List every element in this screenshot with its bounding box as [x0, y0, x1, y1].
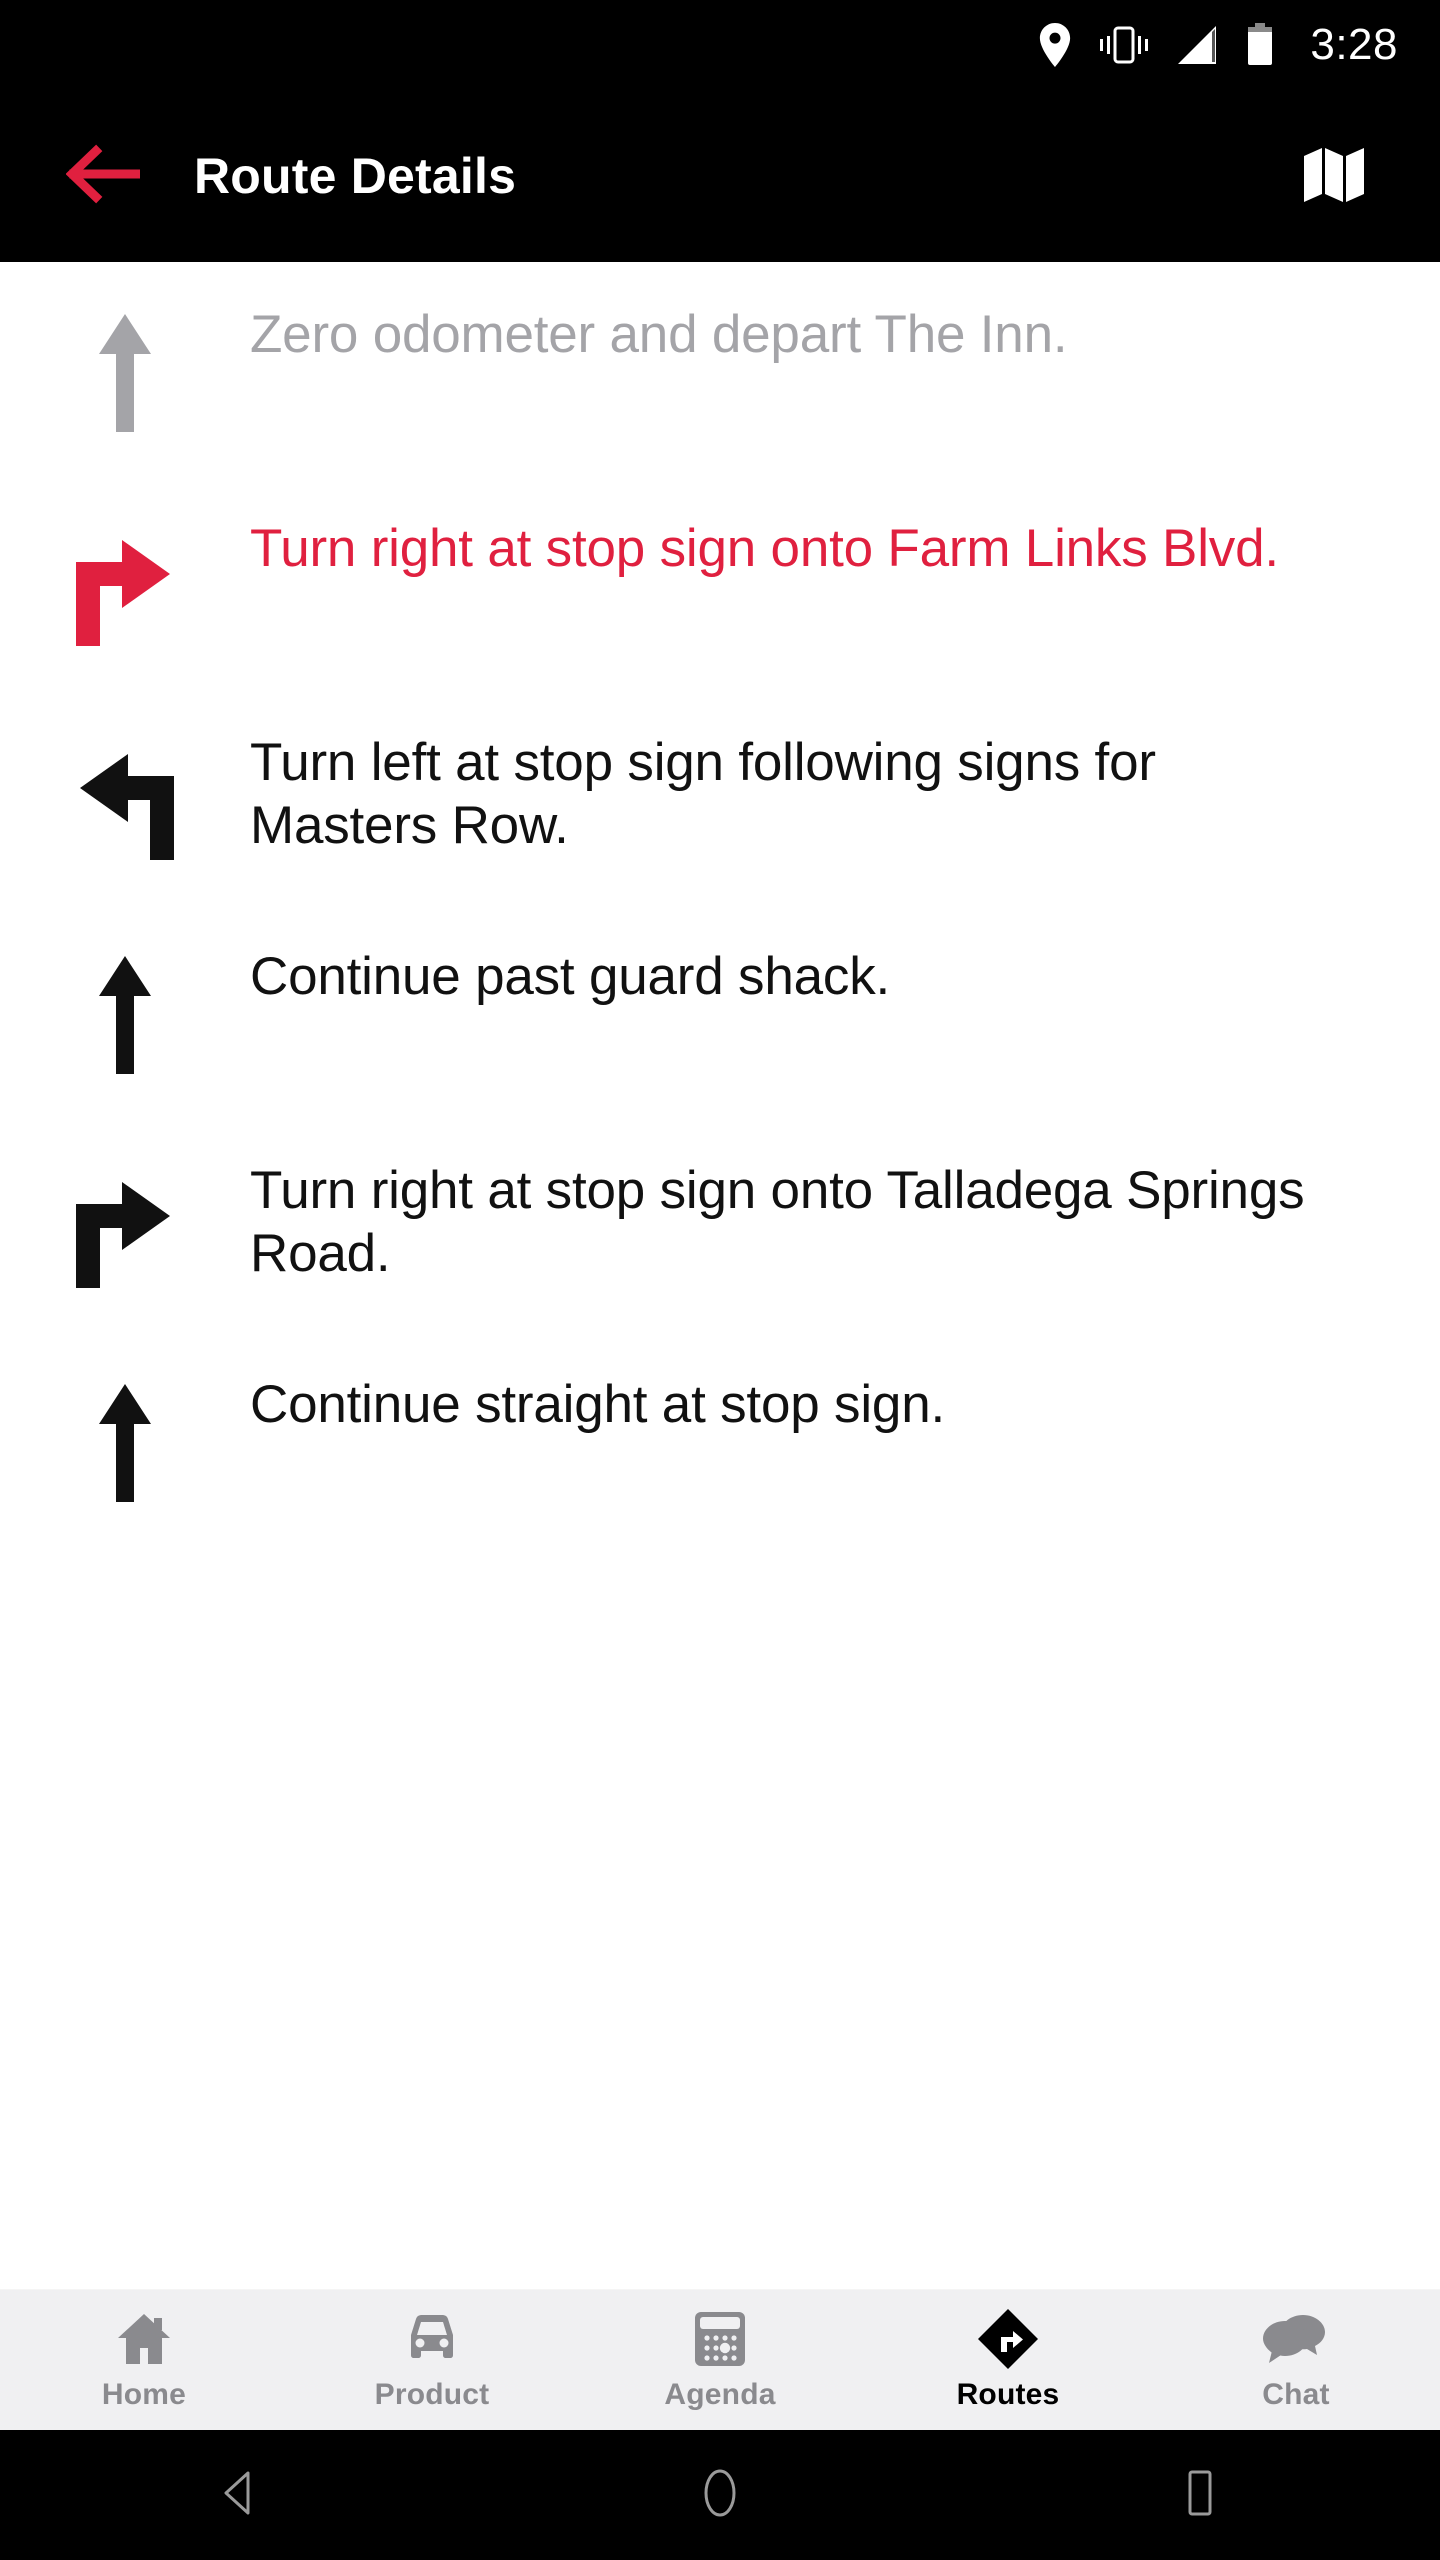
nav-tab-label: Agenda: [664, 2378, 776, 2411]
arrow-straight-icon: [0, 304, 250, 434]
route-step-text: Zero odometer and depart The Inn.: [250, 305, 1068, 364]
android-back-icon: [218, 2469, 262, 2522]
route-step-text: Continue straight at stop sign.: [250, 1375, 945, 1434]
arrow-turn-right-icon: [0, 1160, 250, 1290]
route-step-row[interactable]: Turn left at stop sign following signs f…: [0, 690, 1440, 904]
page-title: Route Details: [194, 148, 517, 204]
back-button[interactable]: [48, 121, 158, 231]
route-step-row[interactable]: Turn right at stop sign onto Talladega S…: [0, 1118, 1440, 1332]
nav-tab-routes[interactable]: Routes: [864, 2308, 1152, 2412]
battery-icon: [1246, 23, 1274, 67]
route-step-text: Continue past guard shack.: [250, 947, 891, 1006]
route-step-text: Turn right at stop sign onto Talladega S…: [250, 1161, 1305, 1283]
phone-screen: 3:28 Route Details Zero odometer and dep…: [0, 0, 1440, 2560]
route-step-row[interactable]: Turn right at stop sign onto Farm Links …: [0, 476, 1440, 690]
android-system-nav: [0, 2430, 1440, 2560]
nav-tab-home[interactable]: Home: [0, 2308, 288, 2412]
route-step-row[interactable]: Continue past guard shack.: [0, 904, 1440, 1118]
route-step-list[interactable]: Zero odometer and depart The Inn. Turn r…: [0, 262, 1440, 2270]
calendar-icon: [693, 2308, 747, 2370]
route-step-text: Turn right at stop sign onto Farm Links …: [250, 519, 1279, 578]
android-home-button[interactable]: [650, 2430, 790, 2560]
nav-tab-label: Home: [101, 2378, 187, 2411]
android-recents-icon: [1180, 2468, 1220, 2523]
nav-tab-chat[interactable]: Chat: [1152, 2308, 1440, 2412]
location-pin-icon: [1038, 23, 1072, 67]
directions-icon: [977, 2308, 1039, 2370]
nav-tab-label: Routes: [956, 2378, 1060, 2411]
arrow-turn-right-icon: [0, 518, 250, 648]
arrow-turn-left-icon: [0, 732, 250, 862]
android-back-button[interactable]: [170, 2430, 310, 2560]
home-icon: [114, 2308, 174, 2370]
back-arrow-icon: [65, 144, 143, 209]
arrow-straight-icon: [0, 946, 250, 1076]
signal-bars-icon: [1176, 24, 1220, 66]
nav-tab-label: Product: [374, 2378, 490, 2411]
status-bar: 3:28: [0, 0, 1440, 90]
nav-tab-product[interactable]: Product: [288, 2308, 576, 2412]
chat-bubbles-icon: [1263, 2308, 1329, 2370]
map-button[interactable]: [1284, 126, 1384, 226]
car-icon: [401, 2308, 463, 2370]
bottom-navigation-bar: Home Product Agenda Routes Chat: [0, 2290, 1440, 2430]
app-bar: Route Details: [0, 90, 1440, 262]
vibrate-icon: [1098, 23, 1150, 67]
android-recents-button[interactable]: [1130, 2430, 1270, 2560]
nav-tab-agenda[interactable]: Agenda: [576, 2308, 864, 2412]
arrow-straight-icon: [0, 1374, 250, 1504]
map-icon: [1296, 136, 1372, 217]
route-step-text: Turn left at stop sign following signs f…: [250, 733, 1156, 855]
route-step-row[interactable]: Zero odometer and depart The Inn.: [0, 262, 1440, 476]
route-step-row[interactable]: Continue straight at stop sign.: [0, 1332, 1440, 1546]
android-home-icon: [696, 2467, 744, 2524]
status-time: 3:28: [1310, 20, 1398, 69]
nav-tab-label: Chat: [1262, 2378, 1330, 2411]
